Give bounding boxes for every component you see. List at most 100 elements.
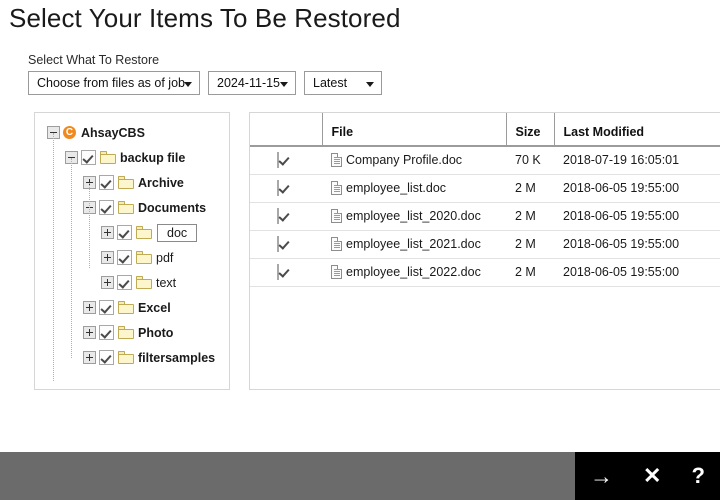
file-row-select-cell[interactable] xyxy=(250,230,322,259)
file-name-cell: employee_list_2021.doc xyxy=(322,230,506,259)
folder-icon xyxy=(100,151,116,164)
file-name-wrapper: employee_list_2020.doc xyxy=(331,209,506,223)
tree-node-label: filtersamples xyxy=(138,350,216,365)
column-header-size[interactable]: Size xyxy=(505,113,554,147)
tree-node-backup-file[interactable]: backup file xyxy=(35,145,229,170)
file-size-cell: 70 K xyxy=(506,146,554,175)
restore-date-select[interactable]: 2024-11-15 xyxy=(208,71,296,95)
tree-expand-icon[interactable] xyxy=(101,276,114,289)
file-name-label: employee_list_2022.doc xyxy=(346,265,481,279)
tree-node-label: backup file xyxy=(120,150,186,165)
table-row[interactable]: employee_list.doc 2 M 2018-06-05 19:55:00 xyxy=(250,174,720,203)
document-icon xyxy=(331,153,342,168)
file-modified-cell: 2018-06-05 19:55:00 xyxy=(554,174,720,203)
tree-node-label: pdf xyxy=(156,250,174,265)
table-row[interactable]: Company Profile.doc 70 K 2018-07-19 16:05:… xyxy=(250,146,720,175)
tree-node-checkbox[interactable] xyxy=(99,200,114,215)
file-size-cell: 2 M xyxy=(506,202,554,231)
tree-node-photo[interactable]: Photo xyxy=(35,320,229,345)
file-row-checkbox[interactable] xyxy=(277,264,279,280)
tree-node-label: Photo xyxy=(138,325,174,340)
tree-expand-icon[interactable] xyxy=(101,226,114,239)
file-table-body: Company Profile.doc 70 K 2018-07-19 16:05:… xyxy=(250,146,720,287)
file-modified-cell: 2018-06-05 19:55:00 xyxy=(554,202,720,231)
tree-node-label: Excel xyxy=(138,300,171,315)
tree-guide-line xyxy=(89,183,90,268)
folder-tree-panel: AhsayCBS backup file Archive Documents doc p… xyxy=(34,112,230,390)
file-row-checkbox[interactable] xyxy=(277,236,279,252)
folder-icon xyxy=(118,176,134,189)
file-name-wrapper: employee_list_2021.doc xyxy=(331,237,506,251)
tree-node-label: text xyxy=(156,275,177,290)
question-mark-icon[interactable]: ? xyxy=(692,465,705,487)
file-row-select-cell[interactable] xyxy=(250,146,322,175)
folder-tree: AhsayCBS backup file Archive Documents doc p… xyxy=(35,113,229,381)
restore-source-select[interactable]: Choose from files as of job xyxy=(28,71,200,95)
tree-node-root[interactable]: AhsayCBS xyxy=(35,120,229,145)
arrow-right-icon[interactable]: → xyxy=(590,464,613,488)
file-name-wrapper: Company Profile.doc xyxy=(331,153,506,168)
tree-node-checkbox[interactable] xyxy=(99,325,114,340)
chevron-down-icon xyxy=(280,82,288,87)
tree-node-text[interactable]: text xyxy=(35,270,229,295)
tree-node-pdf[interactable]: pdf xyxy=(35,245,229,270)
tree-node-filtersamples[interactable]: filtersamples xyxy=(35,345,229,370)
restore-controls-row: Choose from files as of job 2024-11-15 L… xyxy=(28,71,382,95)
bottom-toolbar: → ✕? xyxy=(0,452,720,500)
tree-node-checkbox[interactable] xyxy=(117,225,132,240)
file-row-select-cell[interactable] xyxy=(250,258,322,287)
folder-icon xyxy=(136,251,152,264)
tree-guide-line xyxy=(53,133,54,381)
table-row[interactable]: employee_list_2020.doc 2 M 2018-06-05 19:5… xyxy=(250,202,720,231)
restore-source-select-value: Choose from files as of job xyxy=(37,76,185,90)
file-row-checkbox[interactable] xyxy=(277,180,279,196)
tree-node-documents[interactable]: Documents xyxy=(35,195,229,220)
chevron-down-icon xyxy=(184,82,192,87)
tree-expand-icon[interactable] xyxy=(83,326,96,339)
file-name-cell: employee_list_2022.doc xyxy=(322,258,506,287)
file-row-select-cell[interactable] xyxy=(250,174,322,203)
file-name-cell: Company Profile.doc xyxy=(322,146,506,175)
file-list-panel: File Size Last Modified Company Profile.… xyxy=(249,112,720,390)
restore-date-select-value: 2024-11-15 xyxy=(217,76,281,90)
tree-node-checkbox[interactable] xyxy=(117,275,132,290)
tree-expand-icon[interactable] xyxy=(83,301,96,314)
folder-icon xyxy=(136,226,152,239)
tree-node-checkbox[interactable] xyxy=(99,350,114,365)
tree-node-doc[interactable]: doc xyxy=(35,220,229,245)
tree-node-excel[interactable]: Excel xyxy=(35,295,229,320)
tree-node-label: Documents xyxy=(138,200,207,215)
page-title: Select Your Items To Be Restored xyxy=(9,3,401,33)
restore-time-select[interactable]: Latest xyxy=(304,71,382,95)
file-table-header-row: File Size Last Modified xyxy=(250,113,720,147)
table-row[interactable]: employee_list_2022.doc 2 M 2018-06-05 19:5… xyxy=(250,258,720,287)
file-name-label: Company Profile.doc xyxy=(346,153,463,168)
close-x-icon[interactable]: ✕ xyxy=(643,465,661,487)
tree-node-archive[interactable]: Archive xyxy=(35,170,229,195)
file-modified-cell: 2018-06-05 19:55:00 xyxy=(554,230,720,259)
tree-node-checkbox[interactable] xyxy=(81,150,96,165)
column-header-file[interactable]: File xyxy=(321,113,506,147)
restore-items-page: Select Your Items To Be Restored Select … xyxy=(0,0,720,500)
folder-icon xyxy=(118,301,134,314)
tree-node-checkbox[interactable] xyxy=(99,175,114,190)
table-row[interactable]: employee_list_2021.doc 2 M 2018-06-05 19:5… xyxy=(250,230,720,259)
folder-icon xyxy=(118,351,134,364)
file-row-checkbox[interactable] xyxy=(277,208,279,224)
file-table: File Size Last Modified Company Profile.… xyxy=(250,113,720,287)
file-row-checkbox[interactable] xyxy=(277,152,279,169)
tree-expand-icon[interactable] xyxy=(83,351,96,364)
file-row-select-cell[interactable] xyxy=(250,202,322,231)
tree-node-checkbox[interactable] xyxy=(99,300,114,315)
file-modified-cell: 2018-07-19 16:05:01 xyxy=(554,146,720,175)
tree-node-checkbox[interactable] xyxy=(117,250,132,265)
bottom-action-group: → ✕? xyxy=(575,452,720,500)
file-name-wrapper: employee_list_2022.doc xyxy=(331,265,506,279)
column-header-select[interactable] xyxy=(250,113,322,147)
file-size-cell: 2 M xyxy=(506,174,554,203)
ahsaycbs-logo-icon xyxy=(63,126,76,139)
folder-icon xyxy=(136,276,152,289)
tree-expand-icon[interactable] xyxy=(101,251,114,264)
tree-node-label: AhsayCBS xyxy=(81,125,145,140)
column-header-last-modified[interactable]: Last Modified xyxy=(553,113,720,147)
